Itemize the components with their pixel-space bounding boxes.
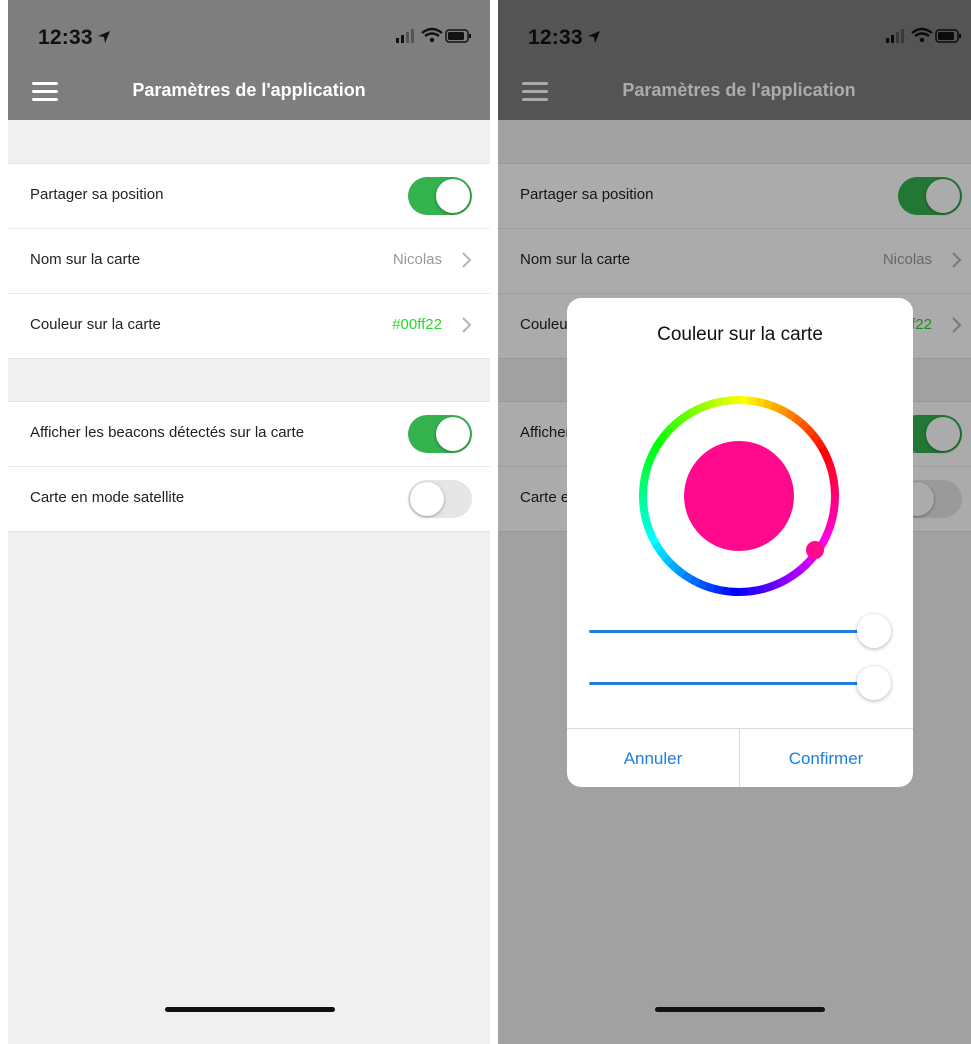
row-label: Nom sur la carte xyxy=(30,251,141,268)
row-label: Afficher les beacons détectés sur la car… xyxy=(30,424,305,441)
map-name-value: Nicolas xyxy=(392,251,442,268)
color-picker-dialog: Couleur sur la carte Annuler Confirmer xyxy=(567,298,913,787)
settings-group-1: Partager sa position Nom sur la carte Ni… xyxy=(8,163,490,359)
home-indicator[interactable] xyxy=(165,1007,335,1012)
signal-icon xyxy=(396,29,414,43)
selected-color-swatch xyxy=(684,441,794,551)
chevron-right-icon xyxy=(462,317,472,333)
row-label: Carte en mode satellite xyxy=(30,489,185,506)
brightness-slider-thumb[interactable] xyxy=(857,666,891,700)
page-title: Paramètres de l'application xyxy=(132,80,366,100)
battery-icon xyxy=(445,29,471,43)
chevron-right-icon xyxy=(462,252,472,268)
brightness-slider[interactable] xyxy=(589,664,891,704)
map-name-row[interactable]: Nom sur la carte Nicolas xyxy=(8,229,490,294)
show-beacons-toggle[interactable] xyxy=(408,415,472,453)
confirm-button[interactable]: Confirmer xyxy=(740,729,912,787)
color-wheel[interactable] xyxy=(639,396,839,596)
wifi-icon xyxy=(421,27,443,43)
status-time: 12:33 xyxy=(38,26,111,50)
map-color-row[interactable]: Couleur sur la carte #00ff22 xyxy=(8,294,490,358)
saturation-slider-thumb[interactable] xyxy=(857,614,891,648)
app-header: 12:33 Paramètres de l'application xyxy=(8,0,490,120)
show-beacons-row[interactable]: Afficher les beacons détectés sur la car… xyxy=(8,402,490,467)
satellite-mode-toggle[interactable] xyxy=(408,480,472,518)
cancel-button[interactable]: Annuler xyxy=(567,729,740,787)
row-label: Partager sa position xyxy=(30,186,164,203)
saturation-slider[interactable] xyxy=(589,612,891,652)
settings-group-2: Afficher les beacons détectés sur la car… xyxy=(8,401,490,532)
satellite-mode-row[interactable]: Carte en mode satellite xyxy=(8,467,490,531)
dialog-title: Couleur sur la carte xyxy=(657,324,823,345)
map-color-value: #00ff22 xyxy=(392,316,442,333)
row-label: Couleur sur la carte xyxy=(30,316,161,333)
settings-screen: 12:33 Paramètres de l'application Partag… xyxy=(8,0,490,1044)
hue-handle[interactable] xyxy=(806,541,824,559)
home-indicator[interactable] xyxy=(655,1007,825,1012)
status-icons xyxy=(396,27,471,43)
settings-screen-with-dialog: 12:33 Paramètres de l'application Partag… xyxy=(498,0,971,1044)
share-position-toggle[interactable] xyxy=(408,177,472,215)
dialog-buttons: Annuler Confirmer xyxy=(567,728,913,787)
location-arrow-icon xyxy=(97,30,111,49)
share-position-row[interactable]: Partager sa position xyxy=(8,164,490,229)
